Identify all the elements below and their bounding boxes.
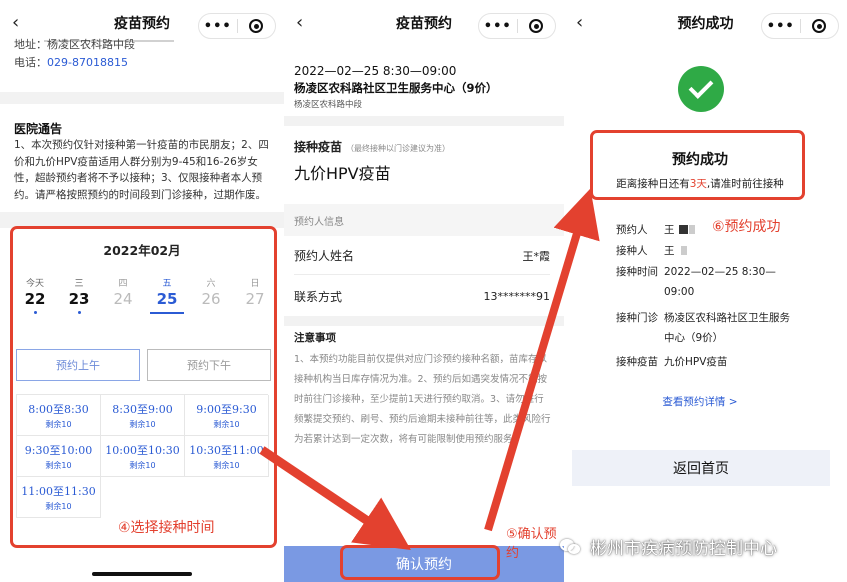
wechat-icon — [560, 538, 582, 556]
annotation-arrows — [259, 188, 600, 551]
arrow-to-confirm — [259, 446, 411, 551]
watermark-text: 彬州市疾病预防控制中心 — [590, 539, 777, 559]
arrow-to-success — [484, 188, 600, 532]
watermark: 彬州市疾病预防控制中心 — [560, 534, 777, 559]
